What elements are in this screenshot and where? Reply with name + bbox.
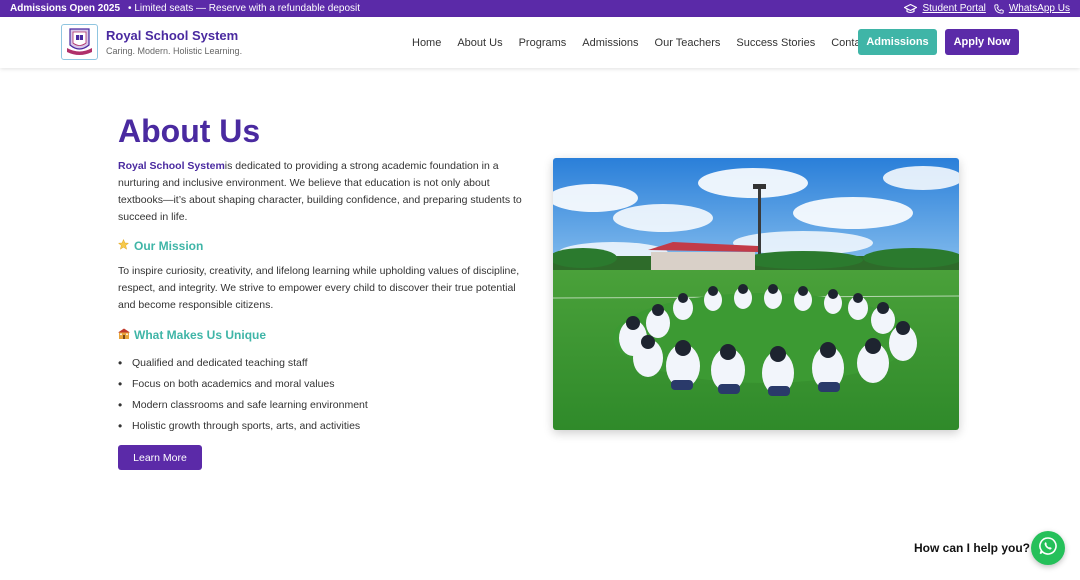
intro-highlight: Royal School System — [118, 160, 225, 172]
nav-our-teachers[interactable]: Our Teachers — [655, 37, 721, 49]
announcement-bar: Admissions Open 2025 • Limited seats — R… — [0, 0, 1080, 17]
student-portal-link[interactable]: Student Portal — [904, 3, 986, 14]
unique-heading: What Makes Us Unique — [118, 328, 266, 342]
whatsapp-chat-button[interactable] — [1031, 531, 1065, 565]
nav-home[interactable]: Home — [412, 37, 441, 49]
nav-about-us[interactable]: About Us — [457, 37, 502, 49]
whatsapp-us-link[interactable]: WhatsApp Us — [994, 3, 1070, 14]
apply-now-button[interactable]: Apply Now — [945, 29, 1019, 55]
list-item: Modern classrooms and safe learning envi… — [118, 394, 368, 415]
school-logo[interactable] — [61, 24, 98, 60]
mission-text: To inspire curiosity, creativity, and li… — [118, 265, 520, 311]
student-portal-label: Student Portal — [922, 3, 986, 14]
phone-icon — [994, 3, 1004, 14]
announcement-text: • Limited seats — Reserve with a refunda… — [128, 3, 360, 14]
announcement-title: Admissions Open 2025 — [10, 3, 121, 14]
graduation-cap-icon — [904, 3, 918, 14]
nav-programs[interactable]: Programs — [519, 37, 567, 49]
mission-heading-label: Our Mission — [134, 239, 204, 253]
nav-admissions[interactable]: Admissions — [582, 37, 638, 49]
list-item: Holistic growth through sports, arts, an… — [118, 415, 368, 436]
topbar-links: Student Portal WhatsApp Us — [904, 3, 1070, 14]
main-nav: Home About Us Programs Admissions Our Te… — [412, 17, 869, 68]
brand-tagline: Caring. Modern. Holistic Learning. — [106, 46, 243, 56]
mission-heading: Our Mission — [117, 238, 204, 253]
learn-more-button[interactable]: Learn More — [118, 445, 202, 470]
school-icon — [118, 328, 130, 342]
site-header: Royal School System Caring. Modern. Holi… — [0, 17, 1080, 68]
admissions-button[interactable]: Admissions — [858, 29, 937, 55]
whatsapp-us-label: WhatsApp Us — [1008, 3, 1070, 14]
chat-prompt: How can I help you? — [914, 541, 1031, 555]
intro-paragraph: Royal School Systemis dedicated to provi… — [118, 158, 534, 226]
list-item: Qualified and dedicated teaching staff — [118, 352, 368, 373]
unique-heading-label: What Makes Us Unique — [134, 328, 267, 342]
whatsapp-icon — [1038, 536, 1058, 561]
brand-name[interactable]: Royal School System — [106, 28, 238, 43]
unique-list: Qualified and dedicated teaching staff F… — [118, 352, 368, 436]
page-title: About Us — [118, 113, 261, 149]
star-icon — [117, 238, 130, 253]
students-photo — [553, 158, 959, 430]
nav-success-stories[interactable]: Success Stories — [736, 37, 815, 49]
list-item: Focus on both academics and moral values — [118, 373, 368, 394]
